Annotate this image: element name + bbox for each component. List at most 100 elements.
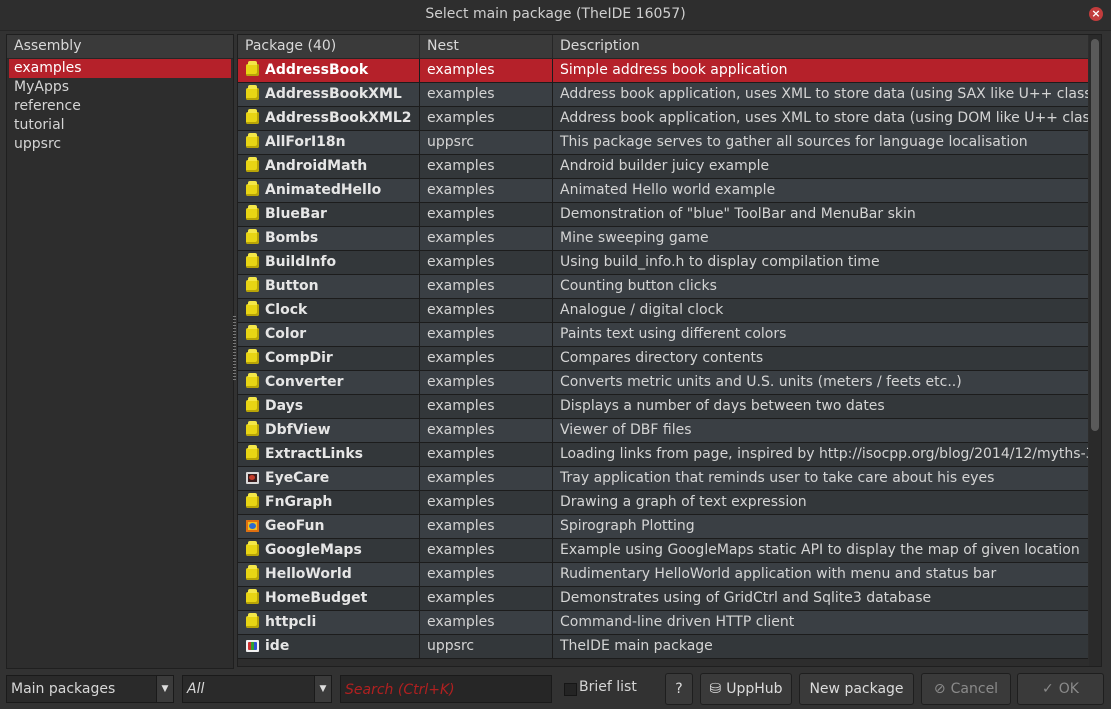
column-header-package[interactable]: Package (40) [238, 35, 420, 58]
assembly-item-myapps[interactable]: MyApps [7, 78, 233, 97]
package-name: httpcli [265, 614, 317, 630]
table-row[interactable]: GeoFun examples Spirograph Plotting [238, 515, 1088, 539]
package-icon [246, 325, 259, 340]
table-row[interactable]: Button examples Counting button clicks [238, 275, 1088, 299]
package-icon [246, 373, 259, 388]
package-nest: examples [420, 347, 553, 370]
search-input[interactable] [341, 676, 547, 704]
table-row[interactable]: AllForI18n uppsrc This package serves to g… [238, 131, 1088, 155]
package-description: This package serves to gather all source… [560, 134, 1028, 150]
package-name-cell: AnimatedHello [238, 179, 420, 202]
package-name: AllForI18n [265, 134, 346, 150]
assembly-item-tutorial[interactable]: tutorial [7, 116, 233, 135]
package-name: DbfView [265, 422, 331, 438]
package-name-cell: DbfView [238, 419, 420, 442]
package-name: GoogleMaps [265, 542, 362, 558]
table-row[interactable]: httpcli examples Command-line driven HTTP … [238, 611, 1088, 635]
package-description: Analogue / digital clock [560, 302, 724, 318]
package-description: TheIDE main package [560, 638, 713, 654]
package-table[interactable]: Package (40) Nest Description AddressBoo… [237, 34, 1102, 667]
table-row[interactable]: BlueBar examples Demonstration of "blue" T… [238, 203, 1088, 227]
table-row[interactable]: AddressBookXML examples Address book appli… [238, 83, 1088, 107]
package-nest: examples [420, 515, 553, 538]
package-nest: examples [420, 371, 553, 394]
package-nest: examples [420, 83, 553, 106]
package-nest: examples [420, 443, 553, 466]
package-name: Button [265, 278, 319, 294]
table-row[interactable]: CompDir examples Compares directory conten… [238, 347, 1088, 371]
package-nest: examples [420, 395, 553, 418]
package-nest: examples [420, 227, 553, 250]
table-row[interactable]: AndroidMath examples Android builder juicy… [238, 155, 1088, 179]
table-row[interactable]: ExtractLinks examples Loading links from p… [238, 443, 1088, 467]
assembly-item-uppsrc[interactable]: uppsrc [7, 135, 233, 154]
scrollbar-thumb[interactable] [1091, 39, 1099, 431]
package-name-cell: BuildInfo [238, 251, 420, 274]
close-icon[interactable]: × [1089, 7, 1103, 21]
package-name: FnGraph [265, 494, 333, 510]
column-header-description[interactable]: Description [553, 35, 1088, 58]
package-name: AddressBookXML2 [265, 110, 412, 126]
table-row[interactable]: AnimatedHello examples Animated Hello worl… [238, 179, 1088, 203]
package-description: Viewer of DBF files [560, 422, 692, 438]
upphub-button[interactable]: ⛁ UppHub [700, 673, 792, 705]
package-name-cell: EyeCare [238, 467, 420, 490]
package-name: BuildInfo [265, 254, 337, 270]
brief-list-checkbox[interactable] [564, 683, 577, 696]
package-nest: examples [420, 419, 553, 442]
table-row[interactable]: Days examples Displays a number of days be… [238, 395, 1088, 419]
package-name-cell: Days [238, 395, 420, 418]
eyecare-icon [246, 472, 259, 484]
ok-button-label: OK [1058, 681, 1079, 697]
search-field[interactable] [340, 675, 552, 704]
assembly-header[interactable]: Assembly [7, 35, 233, 59]
ok-button[interactable]: ✓ OK [1017, 673, 1104, 705]
table-row[interactable]: HelloWorld examples Rudimentary HelloWorld… [238, 563, 1088, 587]
chevron-down-icon[interactable]: ▼ [314, 676, 331, 702]
vertical-scrollbar[interactable] [1089, 35, 1101, 666]
table-row[interactable]: Clock examples Analogue / digital clock [238, 299, 1088, 323]
table-row[interactable]: AddressBook examples Simple address book a… [238, 59, 1088, 83]
package-icon [246, 205, 259, 220]
package-name: Clock [265, 302, 308, 318]
package-name-cell: AndroidMath [238, 155, 420, 178]
table-row[interactable]: Bombs examples Mine sweeping game [238, 227, 1088, 251]
package-filter-select[interactable]: Main packages ▼ [6, 675, 174, 703]
chevron-down-icon[interactable]: ▼ [156, 676, 173, 702]
table-row[interactable]: FnGraph examples Drawing a graph of text e… [238, 491, 1088, 515]
package-name-cell: AddressBookXML [238, 83, 420, 106]
package-description: Example using GoogleMaps static API to d… [560, 542, 1080, 558]
new-package-button[interactable]: New package [799, 673, 914, 705]
package-description: Converts metric units and U.S. units (me… [560, 374, 962, 390]
nest-filter-select[interactable]: All ▼ [182, 675, 332, 703]
package-icon [246, 229, 259, 244]
check-icon: ✓ [1042, 681, 1054, 697]
package-nest: uppsrc [420, 635, 553, 658]
brief-list-label[interactable]: Brief list [579, 679, 637, 695]
help-button[interactable]: ? [665, 673, 693, 705]
table-row[interactable]: BuildInfo examples Using build_info.h to d… [238, 251, 1088, 275]
table-row[interactable]: GoogleMaps examples Example using GoogleMa… [238, 539, 1088, 563]
table-row[interactable]: HomeBudget examples Demonstrates using of … [238, 587, 1088, 611]
cancel-button[interactable]: ⊘ Cancel [921, 673, 1011, 705]
table-row[interactable]: DbfView examples Viewer of DBF files [238, 419, 1088, 443]
column-header-nest[interactable]: Nest [420, 35, 553, 58]
package-icon [246, 565, 259, 580]
help-button-label: ? [675, 681, 683, 697]
package-nest: examples [420, 563, 553, 586]
package-icon [246, 541, 259, 556]
table-row[interactable]: Color examples Paints text using different… [238, 323, 1088, 347]
assembly-item-reference[interactable]: reference [7, 97, 233, 116]
package-description: Address book application, uses XML to st… [560, 86, 1088, 102]
table-row[interactable]: Converter examples Converts metric units a… [238, 371, 1088, 395]
package-description: Demonstration of "blue" ToolBar and Menu… [560, 206, 916, 222]
assembly-list[interactable]: Assembly examples MyApps reference tutor… [6, 34, 234, 669]
assembly-item-examples[interactable]: examples [9, 59, 231, 78]
table-row[interactable]: EyeCare examples Tray application that rem… [238, 467, 1088, 491]
table-row[interactable]: AddressBookXML2 examples Address book appl… [238, 107, 1088, 131]
title-bar: Select main package (TheIDE 16057) × [0, 0, 1111, 31]
splitter-handle[interactable] [233, 316, 236, 380]
package-name: AddressBookXML [265, 86, 402, 102]
nest-filter-value: All [187, 681, 205, 697]
table-row[interactable]: ide uppsrc TheIDE main package [238, 635, 1088, 659]
